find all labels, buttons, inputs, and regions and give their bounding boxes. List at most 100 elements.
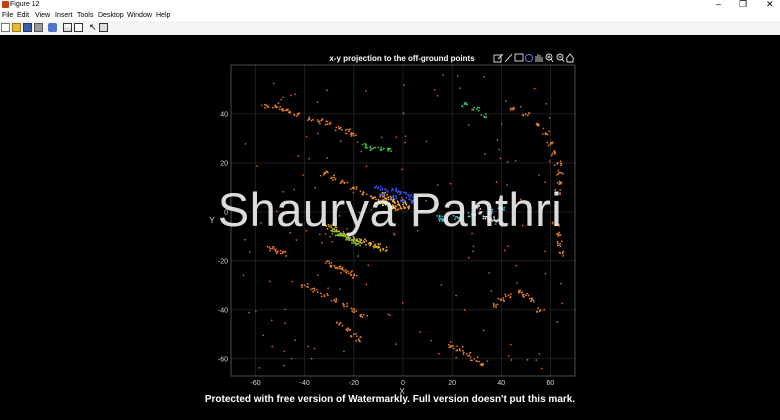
point-marker bbox=[480, 114, 483, 116]
menu-edit[interactable]: Edit bbox=[17, 11, 29, 20]
zoom-out-icon[interactable] bbox=[556, 53, 565, 63]
point-marker bbox=[345, 268, 347, 271]
point-marker bbox=[275, 252, 278, 255]
menu-desktop[interactable]: Desktop bbox=[98, 11, 124, 20]
point-marker bbox=[296, 115, 298, 117]
point-marker bbox=[560, 164, 562, 167]
menu-help[interactable]: Help bbox=[156, 11, 170, 20]
print-icon[interactable] bbox=[34, 23, 43, 32]
colorbar-icon[interactable] bbox=[63, 23, 72, 32]
point-marker bbox=[347, 327, 349, 330]
point-marker bbox=[449, 345, 452, 347]
legend-icon[interactable] bbox=[74, 23, 83, 32]
point-marker bbox=[366, 146, 368, 149]
point-marker bbox=[365, 165, 368, 168]
point-marker bbox=[326, 293, 329, 296]
point-marker bbox=[318, 122, 321, 125]
point-marker bbox=[556, 320, 559, 323]
point-marker bbox=[449, 341, 452, 343]
property-editor-icon[interactable] bbox=[99, 23, 108, 32]
point-marker bbox=[316, 101, 319, 104]
point-marker bbox=[320, 295, 323, 298]
y-tick-label: 40 bbox=[220, 111, 228, 118]
point-marker bbox=[317, 291, 319, 294]
point-marker bbox=[560, 240, 563, 243]
point-marker bbox=[319, 174, 322, 177]
point-marker bbox=[486, 360, 489, 362]
link-icon[interactable] bbox=[48, 23, 57, 32]
point-marker bbox=[351, 242, 353, 244]
point-marker bbox=[276, 106, 279, 109]
point-marker bbox=[353, 273, 356, 275]
point-marker bbox=[323, 172, 326, 174]
home-icon[interactable] bbox=[565, 53, 575, 63]
watermark-text: Shaurya Panthri bbox=[217, 183, 563, 236]
x-tick-label: 0 bbox=[401, 380, 405, 387]
point-marker bbox=[547, 144, 550, 147]
point-marker bbox=[306, 283, 309, 285]
restore-button[interactable]: ❐ bbox=[739, 0, 747, 9]
point-marker bbox=[499, 157, 502, 160]
menu-file[interactable]: File bbox=[2, 11, 13, 20]
matlab-icon bbox=[2, 1, 9, 8]
export-icon[interactable] bbox=[493, 53, 504, 63]
zoom-in-icon[interactable] bbox=[545, 53, 554, 63]
point-marker bbox=[560, 282, 562, 285]
point-marker bbox=[478, 360, 481, 363]
point-marker bbox=[560, 162, 562, 165]
point-marker bbox=[280, 98, 283, 101]
point-marker bbox=[530, 300, 532, 303]
point-marker bbox=[328, 262, 331, 265]
pan-icon[interactable] bbox=[535, 54, 543, 62]
pointer-icon[interactable]: ↖ bbox=[89, 23, 98, 32]
point-marker bbox=[324, 262, 327, 264]
point-marker bbox=[377, 243, 380, 245]
point-marker bbox=[519, 289, 522, 292]
menu-insert[interactable]: Insert bbox=[55, 11, 73, 20]
point-marker bbox=[526, 358, 529, 361]
point-marker bbox=[294, 339, 297, 342]
point-marker bbox=[458, 87, 461, 90]
point-marker bbox=[281, 110, 284, 113]
point-marker bbox=[365, 243, 367, 246]
point-marker bbox=[556, 242, 559, 245]
menu-window[interactable]: Window bbox=[127, 11, 152, 20]
point-marker bbox=[527, 114, 529, 117]
point-marker bbox=[515, 264, 518, 267]
point-marker bbox=[513, 106, 515, 109]
point-marker bbox=[556, 174, 558, 176]
point-marker bbox=[352, 333, 355, 336]
datatip-icon[interactable] bbox=[514, 53, 524, 62]
point-marker bbox=[560, 171, 563, 174]
open-icon[interactable] bbox=[12, 23, 21, 32]
menu-tools[interactable]: Tools bbox=[77, 11, 93, 20]
point-marker bbox=[355, 339, 357, 342]
minimize-button[interactable]: – bbox=[716, 0, 721, 9]
y-tick-label: -60 bbox=[218, 356, 228, 363]
save-icon[interactable] bbox=[23, 23, 32, 32]
point-marker bbox=[548, 130, 551, 133]
point-marker bbox=[466, 103, 469, 106]
point-marker bbox=[272, 82, 275, 85]
new-figure-icon[interactable] bbox=[1, 23, 10, 32]
menu-view[interactable]: View bbox=[35, 11, 50, 20]
brush-icon[interactable] bbox=[504, 53, 513, 63]
point-marker bbox=[335, 300, 338, 303]
rotate-icon[interactable] bbox=[524, 53, 534, 63]
point-marker bbox=[271, 247, 273, 250]
chart-title: x-y projection to the off-ground points bbox=[329, 54, 475, 63]
point-marker bbox=[528, 112, 531, 115]
point-marker bbox=[365, 283, 368, 286]
point-marker bbox=[538, 310, 541, 313]
point-marker bbox=[364, 142, 366, 145]
point-marker bbox=[344, 238, 347, 241]
point-marker bbox=[348, 130, 350, 133]
point-marker bbox=[277, 102, 280, 105]
point-marker bbox=[363, 241, 366, 243]
point-marker bbox=[355, 244, 357, 246]
point-marker bbox=[307, 345, 310, 348]
x-tick-label: 20 bbox=[448, 380, 456, 387]
point-marker bbox=[452, 347, 455, 350]
close-button[interactable]: ✕ bbox=[766, 0, 774, 9]
point-marker bbox=[326, 157, 329, 159]
